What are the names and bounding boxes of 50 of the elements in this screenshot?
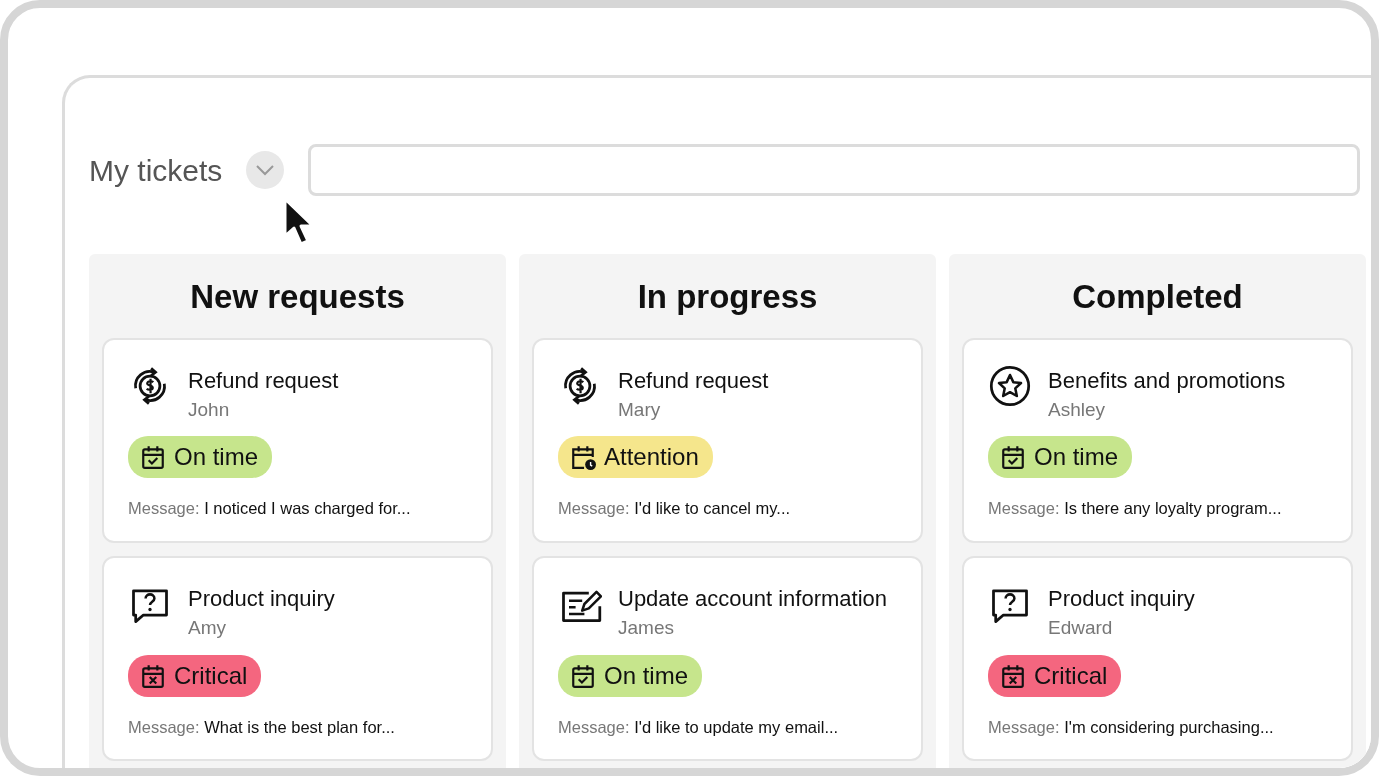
calendar-x-icon bbox=[1000, 662, 1026, 689]
customer-name: John bbox=[188, 397, 231, 422]
calendar-check-icon bbox=[140, 444, 166, 471]
status-label: On time bbox=[174, 442, 259, 473]
message-text: I'd like to update my email... bbox=[634, 717, 839, 736]
status-label: On time bbox=[1034, 442, 1119, 473]
message-text: Is there any loyalty program... bbox=[1064, 499, 1282, 518]
ticket-card[interactable]: Product inquiry Edward Critical Message: I'm considering purchasing... bbox=[962, 555, 1353, 762]
status-label: On time bbox=[604, 660, 689, 691]
customer-name: James bbox=[618, 615, 675, 640]
message-label: Message: bbox=[988, 499, 1060, 518]
customer-name: Mary bbox=[618, 397, 662, 422]
status-label: Critical bbox=[1034, 660, 1108, 691]
ticket-card[interactable]: Refund request John On time Message: I noticed I was charged for... bbox=[102, 337, 493, 543]
message-label: Message: bbox=[128, 499, 200, 518]
message-label: Message: bbox=[558, 717, 630, 736]
chevron-down-icon bbox=[254, 163, 277, 177]
message-text: I noticed I was charged for... bbox=[204, 499, 411, 518]
page-title: My tickets bbox=[89, 152, 223, 189]
ticket-title: Update account information bbox=[618, 584, 888, 613]
ticket-title: Refund request bbox=[188, 366, 339, 395]
customer-name: Ashley bbox=[1048, 397, 1107, 422]
message-text: I'm considering purchasing... bbox=[1064, 717, 1274, 736]
star-circle-icon bbox=[988, 363, 1032, 408]
ticket-card[interactable]: Benefits and promotions Ashley On time Message: Is there any loyalty program... bbox=[962, 337, 1353, 543]
ticket-title: Benefits and promotions bbox=[1048, 366, 1286, 395]
ticket-title: Product inquiry bbox=[188, 584, 335, 613]
calendar-check-icon bbox=[570, 662, 596, 689]
message-text: What is the best plan for... bbox=[204, 717, 395, 736]
dropdown-button[interactable] bbox=[246, 151, 285, 189]
column-title: New requests bbox=[189, 277, 406, 317]
calendar-check-icon bbox=[1000, 444, 1026, 471]
message-label: Message: bbox=[558, 499, 630, 518]
ticket-card[interactable]: Product inquiry Amy Critical Message: What is the best plan for... bbox=[102, 555, 493, 762]
ticket-card[interactable]: Update account information James On time Message: I'd like to update my email... bbox=[532, 555, 923, 762]
message-label: Message: bbox=[128, 717, 200, 736]
ticket-title: Product inquiry bbox=[1048, 584, 1195, 613]
status-label: Critical bbox=[174, 660, 248, 691]
ticket-title: Refund request bbox=[618, 366, 769, 395]
customer-name: Edward bbox=[1048, 615, 1114, 640]
message-label: Message: bbox=[988, 717, 1060, 736]
search-field[interactable] bbox=[308, 144, 1361, 196]
ticket-card[interactable]: Refund request Mary Attention Message: I'd like to cancel my... bbox=[532, 337, 923, 543]
column-title: Completed bbox=[1071, 277, 1244, 317]
column-title: In progress bbox=[636, 277, 819, 317]
customer-name: Amy bbox=[188, 615, 227, 640]
calendar-x-icon bbox=[140, 662, 166, 689]
message-text: I'd like to cancel my... bbox=[634, 499, 791, 518]
calendar-clock-icon bbox=[570, 444, 596, 471]
status-label: Attention bbox=[604, 442, 699, 473]
